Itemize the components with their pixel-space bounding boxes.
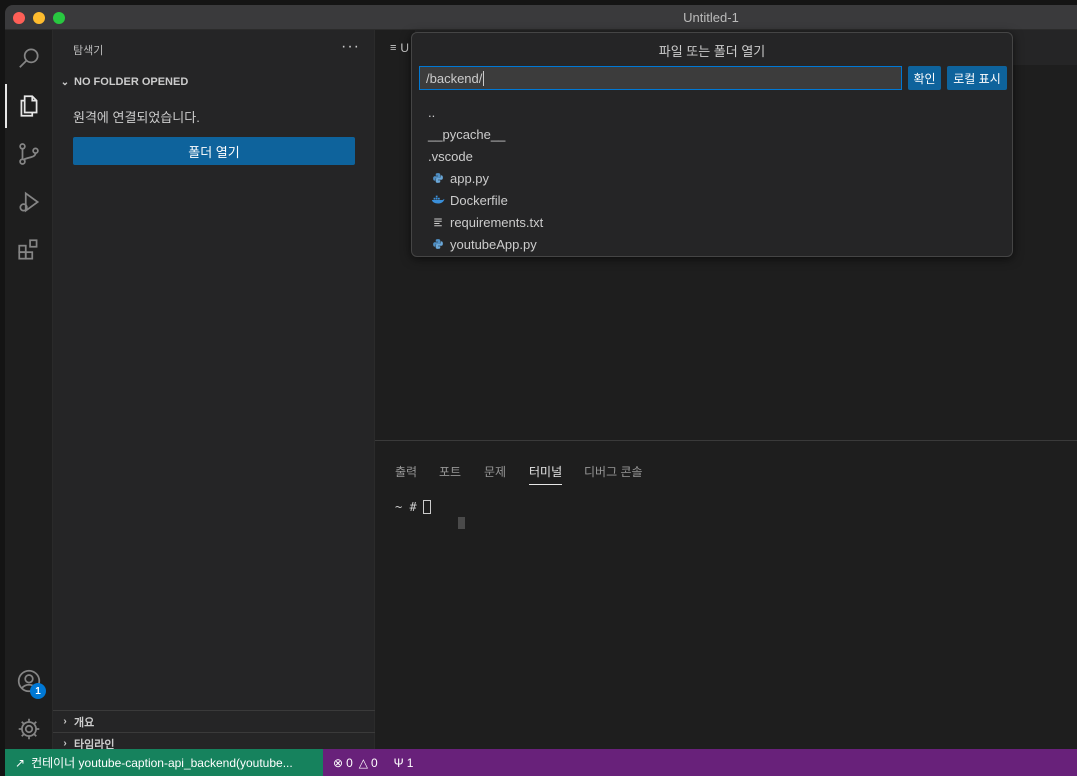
file-list-item[interactable]: .. [412,101,1012,123]
sidebar-title: 탐색기 [73,45,104,57]
ok-button[interactable]: 확인 [908,66,941,90]
window-title: Untitled-1 [683,10,739,25]
ports-status[interactable]: Ψ 1 [394,756,414,770]
source-control-icon [19,143,39,165]
no-folder-section-header[interactable]: ⌄ NO FOLDER OPENED [53,71,375,93]
outline-section-header[interactable]: › 개요 [53,710,375,732]
docker-icon [430,192,446,208]
vscode-window: Untitled-1 1 탐색기 ··· ⌄ NO FOLDER OPENED … [5,5,1077,776]
outline-label: 개요 [74,716,95,729]
text-file-icon: ≡ [390,41,397,54]
error-icon: ⊗ [333,755,344,770]
path-input-value: /backend/ [426,70,483,86]
bottom-panel: 출력 포트 문제 터미널 디버그 콘솔 ~ # [375,440,1077,749]
file-list-item-label: requirements.txt [450,214,544,230]
prompt-text: ~ # [395,500,417,514]
open-file-or-folder-dialog: 파일 또는 폴더 열기 /backend/ 확인 로컬 표시 .. __pycac… [411,32,1013,257]
search-icon [19,48,39,68]
path-input[interactable]: /backend/ [419,66,902,90]
error-count: 0 [346,755,353,770]
dialog-title: 파일 또는 폴더 열기 [658,44,766,59]
chevron-right-icon: › [63,716,67,727]
explorer-sidebar: 탐색기 ··· ⌄ NO FOLDER OPENED 원격에 연결되었습니다. … [53,30,375,751]
tab-label: U [400,40,410,55]
terminal-ghost-cursor [458,517,465,529]
file-list-item-label: app.py [450,170,490,186]
tab-debug-console[interactable]: 디버그 콘솔 [584,463,643,480]
manage-activity[interactable] [5,705,53,753]
tab-ports[interactable]: 포트 [439,463,461,480]
remote-label: 컨테이너 youtube-caption-api_backend(youtube… [31,756,293,770]
chevron-right-icon: › [63,738,67,749]
file-list-item[interactable]: Dockerfile [412,189,1012,211]
file-list-item[interactable]: youtubeApp.py [412,233,1012,255]
more-actions-button[interactable]: ··· [341,38,360,56]
tab-output[interactable]: 출력 [395,463,417,480]
title-bar: Untitled-1 [5,5,1077,30]
ports-count: 1 [406,755,414,770]
remote-indicator[interactable]: ↗ 컨테이너 youtube-caption-api_backend(youtu… [5,749,323,776]
run-debug-activity[interactable] [5,178,53,226]
warning-count: 0 [370,755,378,770]
python-icon [430,170,446,186]
tab-terminal[interactable]: 터미널 [529,463,563,485]
file-list-item[interactable]: requirements.txt [412,211,1012,233]
antenna-icon: Ψ [393,755,404,770]
show-local-button[interactable]: 로컬 표시 [947,66,1007,90]
file-list: .. __pycache__ .vscode app.py Dockerfile requ… [412,101,1012,255]
file-list-item-label: .. [428,104,436,120]
file-list-item[interactable]: __pycache__ [412,123,1012,145]
extensions-icon [18,239,38,260]
file-list-item[interactable]: .vscode [412,145,1012,167]
remote-icon: ↗ [15,755,26,770]
file-list-item-label: .vscode [428,148,473,164]
python-icon [430,236,446,252]
file-list-item-label: youtubeApp.py [450,236,537,252]
extensions-activity[interactable] [5,226,53,274]
accounts-badge: 1 [30,683,46,699]
remote-message: 원격에 연결되었습니다. [73,110,200,125]
open-folder-button[interactable]: 폴더 열기 [73,137,355,165]
file-list-item[interactable]: app.py [412,167,1012,189]
text-caret [483,70,485,86]
search-activity[interactable] [5,34,53,82]
gear-icon [18,718,40,740]
run-debug-icon [19,191,40,213]
activity-bar: 1 [5,30,53,749]
text-file-icon [430,214,446,230]
warning-icon: △ [358,755,368,770]
tab-problems[interactable]: 문제 [484,463,506,480]
file-list-item-label: Dockerfile [450,192,508,208]
chevron-down-icon: ⌄ [60,76,70,88]
terminal-cursor [422,500,431,514]
explorer-activity[interactable] [5,82,53,130]
tab-untitled[interactable]: ≡ U [375,30,415,65]
status-bar: ↗ 컨테이너 youtube-caption-api_backend(youtu… [5,749,1077,776]
problems-status[interactable]: ⊗ 0 △ 0 [333,756,378,770]
accounts-activity[interactable]: 1 [5,657,53,705]
file-list-item-label: __pycache__ [428,126,506,142]
terminal-prompt[interactable]: ~ # [395,500,431,514]
section-title: NO FOLDER OPENED [74,76,189,88]
source-control-activity[interactable] [5,130,53,178]
files-icon [20,95,38,117]
